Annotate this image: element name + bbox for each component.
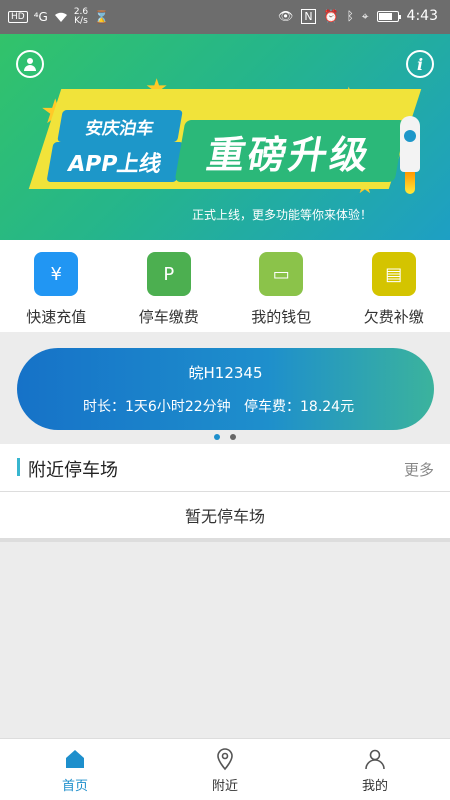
banner-tag-1: 安庆泊车 — [57, 110, 183, 142]
status-left: HD ⁴G 2.6 K/s ⌛ — [8, 8, 109, 26]
carousel-dot[interactable] — [230, 434, 236, 440]
battery-fill — [378, 12, 393, 20]
clock: 4:43 — [406, 8, 438, 24]
nfc-icon: N — [301, 8, 316, 24]
tab-label: 首页 — [61, 779, 88, 794]
carousel-dot[interactable] — [214, 434, 220, 440]
action-wallet[interactable]: ▭ 我的钱包 — [225, 240, 338, 332]
action-label: 停车缴费 — [138, 308, 199, 326]
tab-label: 我的 — [361, 779, 388, 794]
section-accent-bar — [17, 458, 20, 476]
tab-nearby[interactable]: 附近 — [150, 739, 300, 800]
rocket-flame — [405, 172, 415, 194]
rocket-icon — [400, 116, 420, 172]
carousel-indicator — [0, 434, 450, 440]
signal-indicator: ⁴G — [33, 10, 48, 24]
nearby-header: 附近停车场 更多 — [0, 444, 450, 492]
status-right: 👁 N ⏰ ᛒ ⌖ 4:43 — [278, 8, 438, 24]
banner-subtitle: 正式上线，更多功能等你来体验！ — [191, 208, 372, 222]
parking-card-carousel: 皖H12345 时长：1天6小时22分钟 停车费：18.24元 — [0, 332, 450, 444]
nearby-title: 附近停车场 — [28, 460, 118, 481]
plate-number: 皖H12345 — [188, 364, 263, 382]
nearby-empty-state: 暂无停车场 — [0, 492, 450, 542]
hd-indicator: HD — [8, 11, 28, 23]
action-parking-fee[interactable]: P 停车缴费 — [113, 240, 226, 332]
location-icon: ⌖ — [361, 8, 369, 23]
wallet-icon: ▭ — [259, 252, 304, 296]
banner-tag-2: APP上线 — [46, 142, 184, 182]
alarm-icon: ⏰ — [323, 9, 339, 23]
tab-label: 附近 — [211, 779, 238, 794]
info-icon[interactable]: i — [406, 50, 434, 78]
parking-duration: 时长：1天6小时22分钟 停车费：18.24元 — [83, 399, 355, 415]
promo-banner[interactable]: i ★ ★ ★ ★ 安庆泊车 APP上线 重磅升级 正式上线，更多功能等你来体验… — [0, 34, 450, 240]
action-label: 欠费补缴 — [363, 308, 424, 326]
action-recharge[interactable]: ¥ 快速充值 — [0, 240, 113, 332]
tab-home[interactable]: 首页 — [0, 739, 150, 800]
tab-mine[interactable]: 我的 — [300, 739, 450, 800]
battery-icon — [376, 10, 401, 22]
home-icon — [66, 750, 84, 768]
quick-actions: ¥ 快速充值 P 停车缴费 ▭ 我的钱包 ▤ 欠费补缴 — [0, 240, 450, 332]
action-label: 我的钱包 — [251, 308, 312, 326]
bottom-nav: 首页 附近 我的 — [0, 738, 450, 800]
profile-icon — [365, 749, 385, 770]
bluetooth-icon: ᛒ — [346, 9, 354, 23]
action-arrears[interactable]: ▤ 欠费补缴 — [338, 240, 450, 332]
wifi-icon — [54, 12, 67, 22]
action-label: 快速充值 — [26, 308, 87, 326]
banner-headline: 重磅升级 — [174, 120, 406, 182]
network-speed: 2.6 K/s — [73, 7, 89, 26]
user-icon[interactable] — [16, 50, 44, 78]
parking-fee-icon: P — [146, 252, 191, 296]
recharge-icon: ¥ — [34, 252, 79, 296]
location-pin-icon — [217, 748, 233, 771]
eye-icon: 👁 — [278, 9, 294, 23]
hourglass-icon: ⌛ — [94, 10, 110, 24]
status-bar: HD ⁴G 2.6 K/s ⌛ 👁 N ⏰ ᛒ ⌖ 4:43 — [0, 0, 450, 34]
parking-card[interactable]: 皖H12345 时长：1天6小时22分钟 停车费：18.24元 — [17, 348, 434, 430]
arrears-icon: ▤ — [371, 252, 416, 296]
more-link[interactable]: 更多 — [404, 459, 434, 480]
